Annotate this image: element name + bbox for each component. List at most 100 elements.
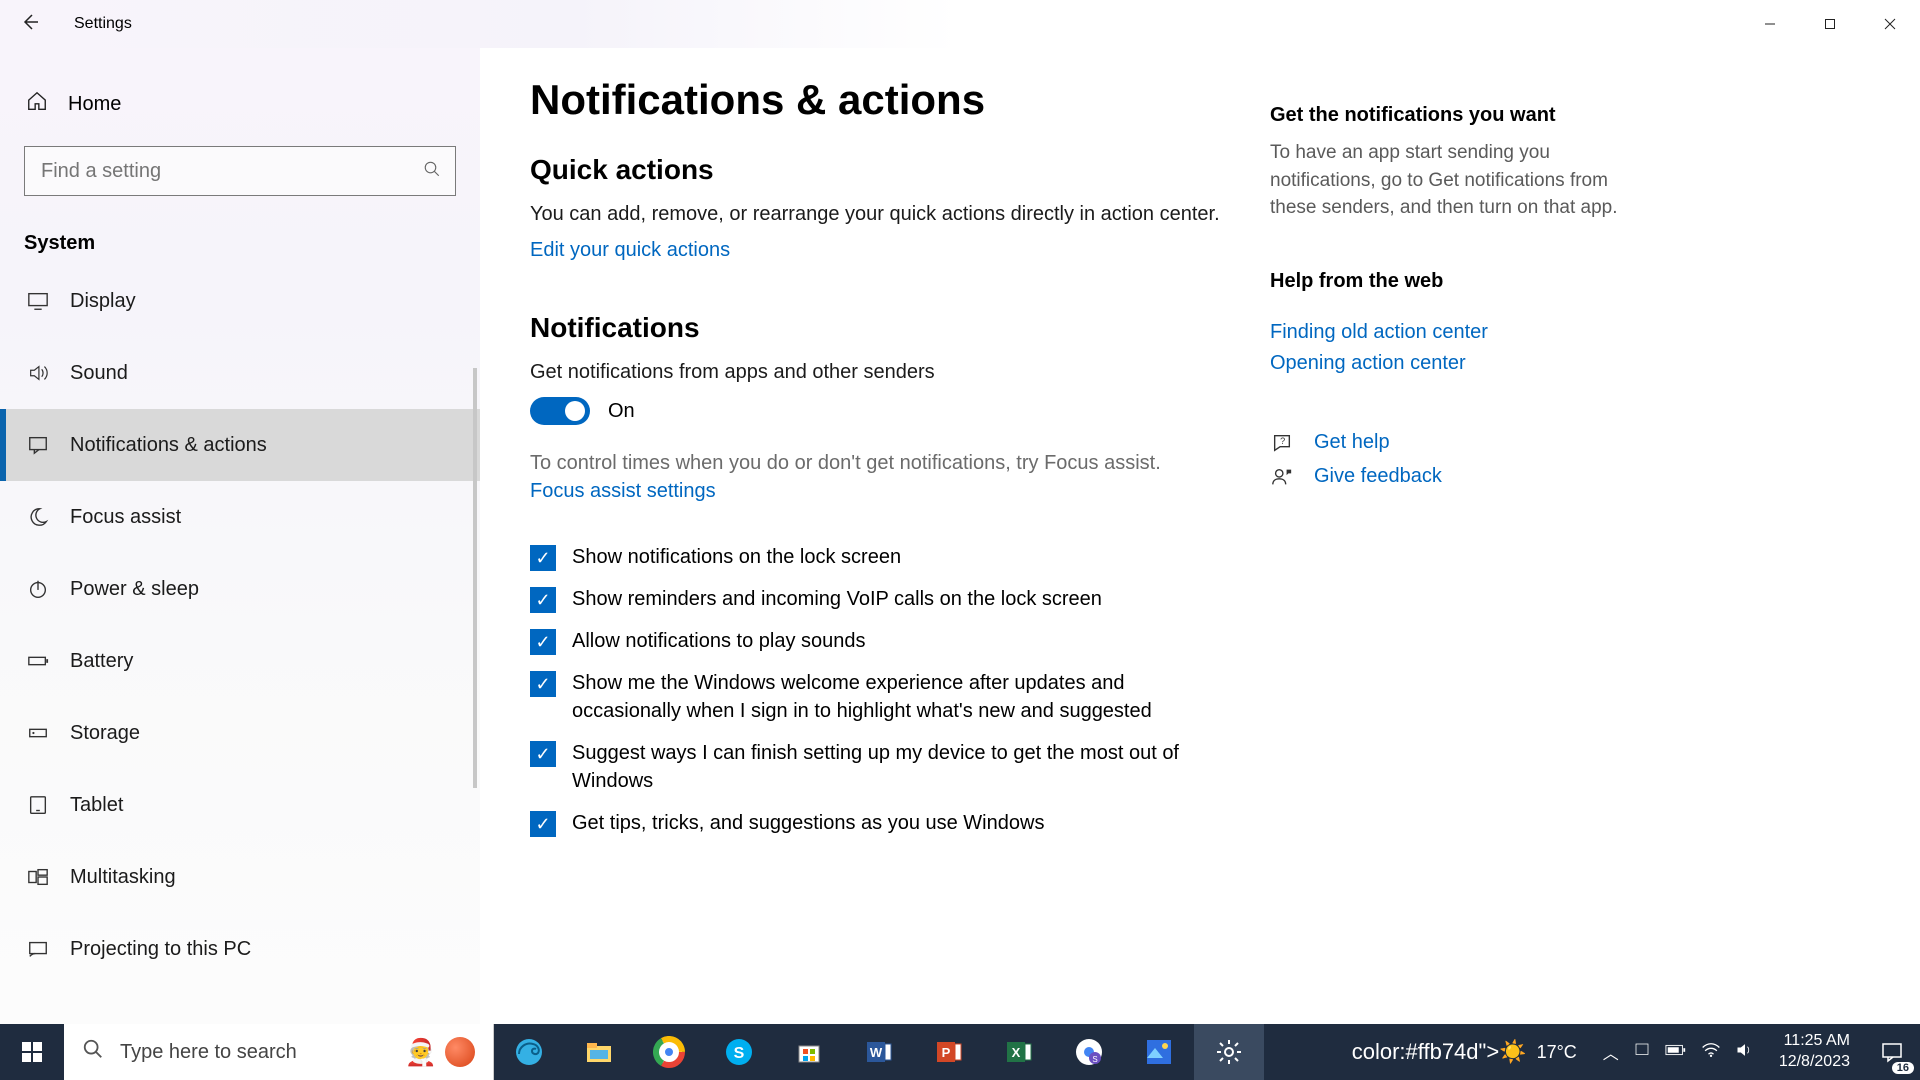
taskbar-app-msstore[interactable] [774, 1024, 844, 1080]
checkbox-welcome-experience[interactable]: ✓ [530, 671, 556, 697]
checkbox-tips[interactable]: ✓ [530, 811, 556, 837]
page-title: Notifications & actions [530, 76, 1230, 124]
start-button[interactable] [0, 1024, 64, 1080]
sidebar-item-battery[interactable]: Battery [0, 625, 480, 697]
battery-icon [26, 649, 50, 673]
toggle-state-label: On [608, 400, 635, 423]
taskbar-app-chrome-alt[interactable]: S [1054, 1024, 1124, 1080]
display-icon [26, 289, 50, 313]
system-heading: System [24, 232, 480, 255]
tray-wifi-icon[interactable] [1701, 1042, 1721, 1063]
aside-panel: Get the notifications you want To have a… [1230, 64, 1620, 1024]
sidebar-item-label: Focus assist [70, 506, 181, 529]
minimize-button[interactable] [1740, 0, 1800, 48]
tray-time: 11:25 AM [1779, 1031, 1850, 1052]
checkbox-row: ✓ Suggest ways I can finish setting up m… [530, 739, 1230, 795]
sidebar-item-notifications[interactable]: Notifications & actions [0, 409, 480, 481]
checkbox-voip[interactable]: ✓ [530, 587, 556, 613]
taskbar-search[interactable]: Type here to search 🧑‍🎄 [64, 1024, 494, 1080]
svg-text:S: S [734, 1045, 745, 1062]
weather-icon: color:#ffb74d">☀️ [1352, 1039, 1527, 1065]
checkbox-row: ✓ Show reminders and incoming VoIP calls… [530, 585, 1230, 613]
notifications-heading: Notifications [530, 312, 1230, 344]
close-button[interactable] [1860, 0, 1920, 48]
sidebar-item-label: Notifications & actions [70, 434, 267, 457]
sidebar-item-label: Battery [70, 650, 133, 673]
help-link-opening-action-center[interactable]: Opening action center [1270, 352, 1620, 375]
svg-text:?: ? [1280, 436, 1285, 446]
checkbox-label: Show me the Windows welcome experience a… [572, 669, 1230, 725]
back-arrow-icon [20, 12, 40, 32]
search-input[interactable] [39, 159, 423, 184]
tray-battery-icon[interactable] [1665, 1043, 1687, 1062]
taskbar-app-word[interactable]: W [844, 1024, 914, 1080]
give-feedback-row[interactable]: Give feedback [1270, 465, 1620, 489]
svg-text:X: X [1012, 1045, 1021, 1060]
maximize-button[interactable] [1800, 0, 1860, 48]
sidebar-item-label: Power & sleep [70, 578, 199, 601]
tray-chevron-up-icon[interactable]: ︿ [1603, 1040, 1619, 1064]
sound-icon [26, 361, 50, 385]
sidebar-item-multitasking[interactable]: Multitasking [0, 841, 480, 913]
taskbar: Type here to search 🧑‍🎄 S W P X S color:… [0, 1024, 1920, 1080]
get-help-icon: ? [1270, 431, 1294, 455]
taskbar-app-powerpoint[interactable]: P [914, 1024, 984, 1080]
sidebar-item-label: Multitasking [70, 866, 176, 889]
sidebar-item-power-sleep[interactable]: Power & sleep [0, 553, 480, 625]
get-help-label: Get help [1314, 431, 1390, 454]
feedback-icon [1270, 465, 1294, 489]
sidebar: Home System Display Sound Notifications … [0, 48, 480, 1024]
checkbox-finish-setup[interactable]: ✓ [530, 741, 556, 767]
taskbar-app-photos[interactable] [1124, 1024, 1194, 1080]
checkbox-sounds[interactable]: ✓ [530, 629, 556, 655]
taskbar-app-skype[interactable]: S [704, 1024, 774, 1080]
red-circle-icon [445, 1037, 475, 1067]
gingerbread-icon: 🧑‍🎄 [405, 1037, 437, 1068]
weather-widget[interactable]: color:#ffb74d">☀️ 17°C [1336, 1039, 1593, 1065]
aside-tip-heading: Get the notifications you want [1270, 104, 1620, 127]
checkbox-row: ✓ Show me the Windows welcome experience… [530, 669, 1230, 725]
svg-text:P: P [942, 1045, 951, 1060]
moon-icon [26, 505, 50, 529]
sidebar-item-label: Display [70, 290, 136, 313]
sidebar-item-display[interactable]: Display [0, 265, 480, 337]
help-link-old-action-center[interactable]: Finding old action center [1270, 321, 1620, 344]
main-content: Notifications & actions Quick actions Yo… [480, 48, 1920, 1024]
taskbar-app-chrome[interactable] [634, 1024, 704, 1080]
projecting-icon [26, 937, 50, 961]
tray-clock[interactable]: 11:25 AM 12/8/2023 [1765, 1031, 1864, 1073]
back-button[interactable] [10, 12, 50, 37]
aside-help-heading: Help from the web [1270, 270, 1620, 293]
notifications-toggle-label: Get notifications from apps and other se… [530, 358, 1230, 387]
sidebar-item-focus-assist[interactable]: Focus assist [0, 481, 480, 553]
checkbox-row: ✓ Allow notifications to play sounds [530, 627, 1230, 655]
sidebar-item-tablet[interactable]: Tablet [0, 769, 480, 841]
taskbar-app-edge[interactable] [494, 1024, 564, 1080]
notifications-toggle[interactable] [530, 397, 590, 425]
tray-security-icon[interactable] [1633, 1041, 1651, 1064]
home-button[interactable]: Home [0, 72, 480, 136]
svg-text:S: S [1092, 1055, 1097, 1064]
tray-volume-icon[interactable] [1735, 1041, 1755, 1064]
home-icon [26, 90, 48, 118]
checkbox-label: Allow notifications to play sounds [572, 627, 866, 655]
notification-count-badge: 16 [1892, 1062, 1914, 1074]
quick-actions-desc: You can add, remove, or rearrange your q… [530, 200, 1230, 229]
edit-quick-actions-link[interactable]: Edit your quick actions [530, 239, 730, 262]
action-center-button[interactable]: 16 [1864, 1024, 1920, 1080]
titlebar: Settings [0, 0, 1920, 48]
search-box[interactable] [24, 146, 456, 196]
window-title: Settings [74, 15, 132, 33]
checkbox-lock-screen[interactable]: ✓ [530, 545, 556, 571]
sidebar-item-label: Tablet [70, 794, 123, 817]
sidebar-item-sound[interactable]: Sound [0, 337, 480, 409]
taskbar-app-excel[interactable]: X [984, 1024, 1054, 1080]
sidebar-item-storage[interactable]: Storage [0, 697, 480, 769]
sidebar-item-projecting[interactable]: Projecting to this PC [0, 913, 480, 985]
search-icon [82, 1038, 104, 1066]
sidebar-scrollbar[interactable] [473, 368, 477, 788]
focus-assist-link[interactable]: Focus assist settings [530, 480, 716, 503]
get-help-row[interactable]: ? Get help [1270, 431, 1620, 455]
taskbar-app-settings[interactable] [1194, 1024, 1264, 1080]
taskbar-app-explorer[interactable] [564, 1024, 634, 1080]
